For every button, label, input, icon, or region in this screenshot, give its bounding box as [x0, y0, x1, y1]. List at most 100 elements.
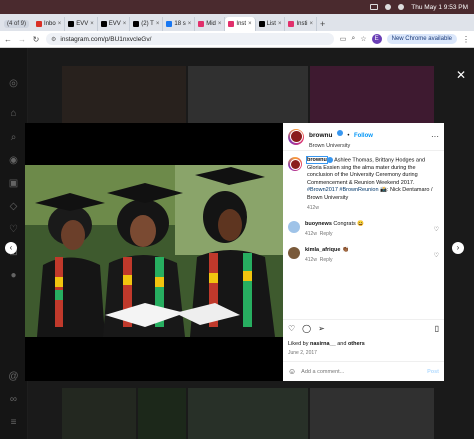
macos-menu-bar: Thu May 1 9:53 PM — [0, 0, 474, 14]
liked-by-others[interactable]: others — [348, 341, 365, 347]
liked-by-user[interactable]: nasirna__ — [310, 341, 336, 347]
cast-icon[interactable]: ▭ — [340, 35, 347, 43]
commenter-avatar[interactable] — [288, 246, 300, 259]
tab-label: Mid — [206, 21, 216, 27]
browser-tab[interactable]: 18 s × — [163, 17, 196, 31]
browser-tab[interactable]: Inbo × — [33, 17, 66, 31]
wifi-icon — [385, 4, 392, 10]
menu-bar-clock: Thu May 1 9:53 PM — [411, 3, 468, 11]
next-post-button[interactable]: › — [452, 242, 464, 254]
tab-close-icon[interactable]: × — [188, 21, 192, 27]
author-username[interactable]: brownu — [309, 132, 332, 139]
caption: brownu Ashlee Thomas, Brittany Hodges an… — [288, 156, 439, 213]
post-date: June 2, 2017 — [288, 350, 317, 356]
zoom-icon[interactable]: ⌕ — [351, 35, 355, 43]
comment-text: Congrats 😄 — [331, 220, 365, 227]
reply-button[interactable]: Reply — [320, 257, 333, 263]
tab-count-badge: (4 of 9) — [4, 20, 30, 28]
profile-avatar[interactable]: E — [371, 34, 382, 44]
tab-label: (2) T — [141, 21, 154, 27]
commenter-username[interactable]: kimla_afrique — [305, 247, 340, 253]
tab-label: Inst — [236, 21, 247, 27]
comment-text: 👏🏾 — [340, 246, 349, 253]
post-modal: brownu • Follow Brown University ··· bro… — [25, 123, 444, 381]
author-avatar[interactable] — [288, 128, 304, 145]
browser-tab[interactable]: EVV × — [65, 17, 98, 31]
share-icon[interactable]: ➢ — [318, 324, 325, 333]
address-bar[interactable]: ⚙ instagram.com/p/BU1nxvcleGv/ — [46, 33, 334, 45]
tab-label: EVV — [76, 21, 89, 27]
add-comment-bar: ☺ Post — [283, 361, 444, 381]
browser-tab[interactable]: Insti × — [285, 17, 317, 31]
bookmark-star-icon[interactable]: ☆ — [360, 35, 366, 43]
comment-icon[interactable]: ◯ — [302, 324, 311, 333]
post-location[interactable]: Brown University — [309, 143, 373, 149]
commenter-username[interactable]: buoynews — [305, 221, 332, 227]
post-comment-button[interactable]: Post — [427, 369, 439, 375]
browser-tab[interactable]: Mid × — [195, 17, 226, 31]
verified-badge-icon — [336, 129, 343, 136]
forward-button[interactable]: → — [18, 35, 26, 44]
tab-label: Insti — [296, 21, 308, 27]
previous-post-button[interactable]: ‹ — [5, 242, 17, 254]
tab-favicon-icon — [100, 21, 107, 27]
tab-close-icon[interactable]: × — [90, 21, 94, 27]
site-info-icon[interactable]: ⚙ — [51, 36, 56, 43]
post-header: brownu • Follow Brown University ··· — [283, 123, 444, 151]
tab-close-icon[interactable]: × — [218, 21, 222, 27]
tab-close-icon[interactable]: × — [248, 21, 252, 27]
post-details-panel: brownu • Follow Brown University ··· bro… — [283, 123, 444, 381]
reply-button[interactable]: Reply — [320, 231, 333, 237]
tab-favicon-icon — [68, 21, 75, 27]
reload-button[interactable]: ↻ — [32, 35, 40, 44]
emoji-icon[interactable]: ☺ — [288, 367, 296, 376]
like-heart-icon[interactable]: ♡ — [288, 324, 295, 333]
control-center-icon[interactable] — [398, 4, 405, 10]
caption-hashtags[interactable]: #Brown2017 #BrownReunion — [307, 187, 379, 193]
new-tab-button[interactable]: + — [320, 19, 325, 29]
more-options-icon[interactable]: ··· — [431, 132, 439, 141]
commenter-avatar[interactable] — [288, 220, 300, 233]
save-bookmark-icon[interactable]: ▯ — [435, 324, 439, 333]
chrome-update-button[interactable]: New Chrome available — [386, 34, 457, 44]
tab-close-icon[interactable]: × — [123, 21, 127, 27]
follow-button[interactable]: Follow — [354, 133, 373, 139]
caption-age: 412w — [307, 205, 319, 212]
caption-username[interactable]: brownu — [306, 156, 328, 165]
tab-label: 18 s — [174, 21, 186, 27]
comment-like-icon[interactable]: ♡ — [434, 226, 439, 233]
tab-close-icon[interactable]: × — [278, 21, 282, 27]
tab-favicon-icon — [36, 21, 43, 27]
tab-label: List — [266, 21, 276, 27]
address-url: instagram.com/p/BU1nxvcleGv/ — [60, 35, 152, 43]
liked-by-prefix: Liked by — [288, 341, 311, 347]
post-photo — [25, 165, 283, 337]
close-modal-button[interactable]: ✕ — [456, 68, 466, 82]
tab-favicon-icon — [288, 21, 295, 27]
caption-avatar[interactable] — [288, 157, 302, 171]
tab-label: Inbo — [44, 21, 56, 27]
comment-like-icon[interactable]: ♡ — [434, 252, 439, 259]
tab-favicon-icon — [166, 21, 173, 27]
comment-age: 412w — [305, 231, 317, 238]
instagram-page: ◎ ⌂ ⌕ ◉ ▣ ◇ ♡ ⊞ ● @ ∞ ≡ ✕ ‹ › — [0, 48, 474, 439]
browser-tab[interactable]: List × — [256, 17, 286, 31]
tab-close-icon[interactable]: × — [58, 21, 62, 27]
comment-item: buoynews Congrats 😄 412w Reply ♡ — [288, 220, 439, 239]
battery-icon — [370, 4, 379, 10]
chrome-menu-icon[interactable]: ⋮ — [462, 35, 470, 44]
tab-favicon-icon — [258, 21, 265, 27]
browser-tab[interactable]: (2) T × — [130, 17, 164, 31]
browser-tab[interactable]: Inst × — [225, 17, 256, 31]
tab-close-icon[interactable]: × — [156, 21, 160, 27]
browser-tab[interactable]: EVV × — [98, 17, 131, 31]
liked-by: Liked by nasirna__ and others — [288, 341, 365, 347]
tab-close-icon[interactable]: × — [309, 21, 313, 27]
browser-toolbar: ← → ↻ ⚙ instagram.com/p/BU1nxvcleGv/ ▭ ⌕… — [0, 31, 474, 48]
comment-item: kimla_afrique 👏🏾 412w Reply ♡ — [288, 246, 439, 265]
comment-input[interactable] — [301, 368, 423, 375]
tab-strip: (4 of 9) Inbo × EVV × EVV × (2) T × 18 s × Mid × Ins… — [0, 14, 474, 31]
tab-favicon-icon — [133, 21, 140, 27]
back-button[interactable]: ← — [4, 35, 12, 44]
tab-label: EVV — [108, 21, 121, 27]
